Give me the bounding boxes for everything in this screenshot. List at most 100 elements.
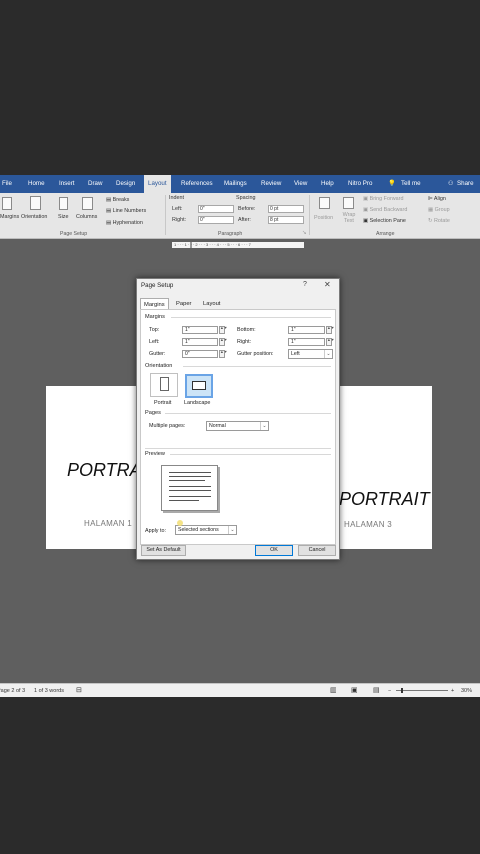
- landscape-option[interactable]: [185, 374, 213, 398]
- position-icon[interactable]: [319, 197, 330, 209]
- page-count[interactable]: Page 2 of 3: [0, 684, 25, 697]
- horizontal-ruler[interactable]: 1 · · · 1 · · · 2 · · · 3 · · · 4 · · · …: [172, 242, 304, 248]
- breaks-label: Breaks: [112, 197, 130, 203]
- selection-pane-label: Selection Pane: [369, 218, 406, 224]
- print-layout-icon[interactable]: ▣: [351, 684, 358, 697]
- tab-layout[interactable]: Layout: [144, 175, 171, 193]
- margins-button[interactable]: Margins: [0, 214, 19, 220]
- indent-left-input[interactable]: 0": [198, 205, 234, 213]
- bottom-margin-input[interactable]: 1": [288, 326, 325, 334]
- web-layout-icon[interactable]: ▤: [373, 684, 380, 697]
- tab-mailings[interactable]: Mailings: [224, 175, 247, 193]
- gutter-position-label: Gutter position:: [237, 351, 274, 357]
- tab-view[interactable]: View: [294, 175, 307, 193]
- gutter-spinner[interactable]: ▲▼: [219, 350, 228, 358]
- proofing-icon[interactable]: ⊟: [76, 684, 82, 697]
- status-bar: Page 2 of 3 1 of 3 words ⊟ ▥ ▣ ▤ − + 30%: [0, 683, 480, 697]
- bottom-label: Bottom:: [237, 327, 256, 333]
- left-margin-spinner[interactable]: ▲▼: [219, 338, 228, 346]
- orientation-icon[interactable]: [30, 196, 41, 210]
- size-icon[interactable]: [59, 197, 68, 210]
- left-margin-input[interactable]: 1": [182, 338, 218, 346]
- ribbon-separator: [309, 195, 310, 235]
- tab-review[interactable]: Review: [261, 175, 281, 193]
- margins-icon[interactable]: [2, 197, 12, 210]
- tell-me-search[interactable]: Tell me: [401, 175, 421, 193]
- zoom-in-icon[interactable]: +: [451, 684, 454, 697]
- wrap-text-button[interactable]: Wrap Text: [341, 212, 357, 224]
- share-button[interactable]: Share: [457, 175, 474, 193]
- margins-section-label: Margins: [145, 314, 165, 320]
- tab-home[interactable]: Home: [28, 175, 45, 193]
- help-icon[interactable]: ?: [303, 281, 307, 288]
- cursor-highlight: [177, 520, 183, 526]
- right-margin-input[interactable]: 1": [288, 338, 325, 346]
- indent-right-label: Right:: [172, 217, 187, 223]
- paragraph-launcher-icon[interactable]: ↘: [302, 230, 307, 236]
- tab-nitro-pro[interactable]: Nitro Pro: [348, 175, 372, 193]
- top-margin-input[interactable]: 1": [182, 326, 218, 334]
- portrait-page-icon: [160, 377, 169, 391]
- multiple-pages-label: Multiple pages:: [149, 423, 186, 429]
- spacing-before-input[interactable]: 0 pt: [268, 205, 304, 213]
- wrap-text-icon[interactable]: [343, 197, 354, 209]
- right-margin-spinner[interactable]: ▲▼: [326, 338, 335, 346]
- multiple-pages-select[interactable]: Normal ⌄: [206, 421, 269, 431]
- breaks-button[interactable]: ▤ Breaks: [106, 197, 129, 203]
- top-margin-spinner[interactable]: ▲▼: [219, 326, 228, 334]
- page1-subtitle: HALAMAN 1: [84, 519, 133, 528]
- bring-forward-label: Bring Forward: [369, 196, 404, 202]
- position-button[interactable]: Position: [314, 215, 333, 221]
- zoom-slider-thumb[interactable]: [401, 688, 403, 693]
- gutter-position-select[interactable]: Left ⌄: [288, 349, 333, 359]
- ok-button[interactable]: OK: [255, 545, 293, 556]
- person-icon: ⚇: [448, 180, 454, 187]
- word-count[interactable]: 1 of 3 words: [34, 684, 64, 697]
- group-button[interactable]: ▦ Group: [428, 207, 450, 213]
- preview-section-label: Preview: [145, 451, 165, 457]
- page-1[interactable]: PORTRAI HALAMAN 1: [46, 386, 147, 549]
- columns-icon[interactable]: [82, 197, 93, 210]
- spacing-after-input[interactable]: 8 pt: [268, 216, 304, 224]
- line-numbers-label: Line Numbers: [112, 208, 147, 214]
- zoom-level[interactable]: 30%: [461, 684, 472, 697]
- tab-file[interactable]: File: [2, 175, 12, 193]
- apply-to-select[interactable]: Selected sections ⌄: [175, 525, 237, 535]
- page3-title: PORTRAIT: [339, 489, 430, 509]
- preview-thumbnail: [161, 465, 218, 511]
- align-button[interactable]: ⊫ Align: [428, 196, 446, 202]
- tab-design[interactable]: Design: [116, 175, 135, 193]
- bottom-margin-spinner[interactable]: ▲▼: [326, 326, 335, 334]
- tab-help[interactable]: Help: [321, 175, 334, 193]
- cancel-button[interactable]: Cancel: [298, 545, 336, 556]
- hyphenation-label: Hyphenation: [112, 220, 143, 226]
- selection-pane-button[interactable]: ▣ Selection Pane: [363, 218, 406, 224]
- divider: [170, 454, 331, 455]
- rotate-button[interactable]: ↻ Rotate: [428, 218, 450, 224]
- portrait-option[interactable]: [150, 373, 178, 397]
- set-as-default-button[interactable]: Set As Default: [141, 545, 186, 556]
- page-3[interactable]: PORTRAIT HALAMAN 3: [338, 386, 432, 549]
- zoom-out-icon[interactable]: −: [388, 684, 391, 697]
- read-mode-icon[interactable]: ▥: [330, 684, 337, 697]
- hyphenation-button[interactable]: ▤ Hyphenation: [106, 220, 143, 226]
- ribbon-layout: Margins Orientation Size Columns ▤ Break…: [0, 193, 480, 239]
- close-icon[interactable]: ✕: [324, 280, 331, 289]
- indent-right-input[interactable]: 0": [198, 216, 234, 224]
- size-button[interactable]: Size: [58, 214, 69, 220]
- orientation-button[interactable]: Orientation: [21, 214, 47, 220]
- tab-draw[interactable]: Draw: [88, 175, 102, 193]
- ruler-numbers: 1 · · · 1 · · · 2 · · · 3 · · · 4 · · · …: [174, 242, 251, 247]
- gutter-input[interactable]: 0": [182, 350, 218, 358]
- send-backward-button[interactable]: ▣ Send Backward: [363, 207, 407, 213]
- line-numbers-button[interactable]: ▤ Line Numbers: [106, 208, 146, 214]
- tab-references[interactable]: References: [181, 175, 213, 193]
- spacing-before-label: Before:: [238, 206, 256, 212]
- zoom-slider[interactable]: [396, 690, 448, 691]
- tab-insert[interactable]: Insert: [59, 175, 74, 193]
- columns-button[interactable]: Columns: [76, 214, 97, 220]
- lightbulb-icon: 💡: [388, 180, 396, 187]
- bring-forward-button[interactable]: ▣ Bring Forward: [363, 196, 403, 202]
- indent-left-label: Left:: [172, 206, 183, 212]
- apply-to-label: Apply to:: [145, 528, 166, 534]
